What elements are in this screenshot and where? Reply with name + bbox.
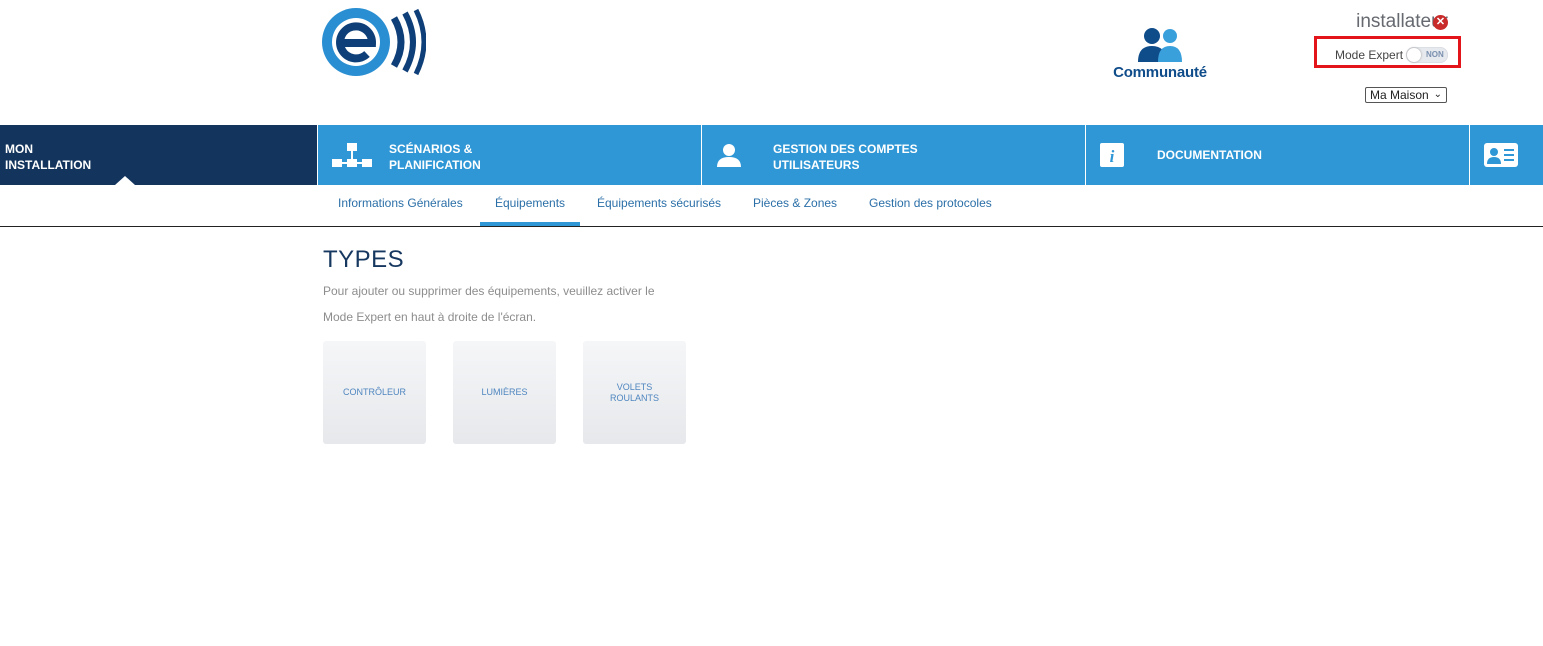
community-link[interactable]: Communauté	[1100, 24, 1220, 84]
active-tab-indicator	[480, 222, 580, 226]
community-users-icon	[1138, 28, 1182, 62]
active-caret	[115, 176, 135, 185]
type-tile-controleur[interactable]: CONTRÔLEUR	[323, 341, 426, 444]
user-icon	[717, 144, 741, 167]
tab-equipements-securises[interactable]: Équipements sécurisés	[597, 196, 721, 210]
chevron-down-icon: ⌄	[1433, 89, 1442, 100]
logo-e[interactable]	[322, 8, 427, 78]
nav-item-scenarios[interactable]: SCÉNARIOS & PLANIFICATION	[318, 125, 701, 185]
tile-label: CONTRÔLEUR	[342, 387, 406, 397]
nav-label-line1: GESTION DES COMPTES	[773, 142, 918, 156]
page-title: TYPES	[323, 246, 405, 273]
tile-label: LUMIÈRES	[481, 387, 528, 397]
id-card-icon	[1484, 143, 1518, 167]
nav-label-line1: SCÉNARIOS &	[389, 142, 473, 156]
tab-pieces-zones[interactable]: Pièces & Zones	[753, 196, 837, 210]
nav-label-line1: MON	[5, 142, 33, 156]
tab-informations-generales[interactable]: Informations Générales	[338, 196, 463, 210]
nav-label-line1: DOCUMENTATION	[1157, 148, 1262, 162]
main-nav: MON INSTALLATION SCÉNARIOS & PLANIFICATI…	[0, 125, 1543, 185]
type-tile-lumieres[interactable]: LUMIÈRES	[453, 341, 556, 444]
nav-item-gestion-comptes[interactable]: GESTION DES COMPTES UTILISATEURS	[702, 125, 1085, 185]
tab-gestion-protocoles[interactable]: Gestion des protocoles	[869, 196, 992, 210]
info-icon: i	[1100, 143, 1124, 167]
nav-item-mon-installation[interactable]: MON INSTALLATION	[0, 125, 317, 185]
toggle-state: NON	[1426, 50, 1444, 59]
nav-label-line2: INSTALLATION	[5, 158, 92, 172]
toggle-knob	[1407, 48, 1421, 62]
nav-item-documentation[interactable]: i DOCUMENTATION	[1086, 125, 1469, 185]
sub-nav: Informations Générales Équipements Équip…	[0, 185, 1543, 227]
nav-label-line2: UTILISATEURS	[773, 158, 860, 172]
mode-expert-label: Mode Expert	[1335, 48, 1404, 62]
description-line2: Mode Expert en haut à droite de l'écran.	[323, 310, 537, 324]
type-tile-volets-roulants[interactable]: VOLETS ROULANTS	[583, 341, 686, 444]
tile-label: VOLETS ROULANTS	[609, 381, 659, 403]
svg-text:i: i	[1110, 147, 1115, 166]
tab-equipements[interactable]: Équipements	[495, 196, 565, 210]
nav-item-contacts[interactable]	[1470, 125, 1543, 185]
community-label: Communauté	[1113, 64, 1207, 81]
nav-label-line2: PLANIFICATION	[389, 158, 481, 172]
house-select[interactable]: Ma Maison ⌄	[1365, 87, 1447, 103]
close-icon[interactable]: ✕	[1433, 15, 1448, 30]
network-icon	[332, 143, 372, 167]
description-line1: Pour ajouter ou supprimer des équipement…	[323, 284, 655, 298]
mode-expert-toggle[interactable]: NON	[1406, 47, 1448, 63]
house-select-value: Ma Maison	[1370, 88, 1429, 102]
